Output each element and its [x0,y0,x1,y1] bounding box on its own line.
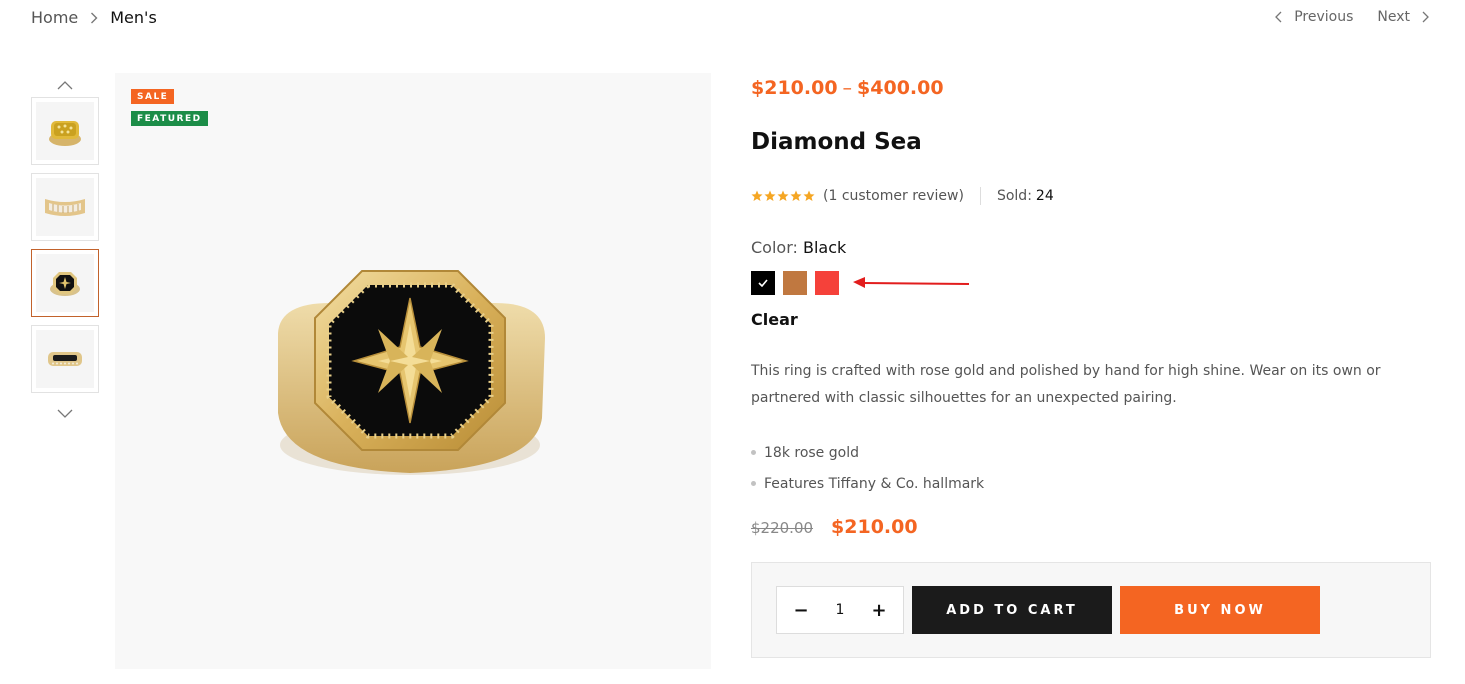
previous-label: Previous [1294,9,1354,25]
old-price: $220.00 [751,519,814,537]
breadcrumb: Home Men's [31,8,157,27]
main-product-image[interactable]: SALE FEATURED [115,73,711,669]
star-rating [751,190,815,202]
breadcrumb-home-link[interactable]: Home [31,8,78,27]
quantity-input[interactable]: 1 [836,602,845,618]
thumbnails-up-button[interactable] [31,73,99,97]
breadcrumb-current: Men's [110,8,157,27]
thumbnail-gallery [31,73,99,425]
thumbnail-2[interactable] [31,173,99,241]
star-icon [790,190,802,201]
bullet-dot [751,450,756,455]
add-to-cart-button[interactable]: ADD TO CART [912,586,1112,634]
star-icon [751,190,763,201]
ring-image [278,270,545,475]
buy-now-button[interactable]: BUY NOW [1120,586,1320,634]
variant-price: $220.00 $210.00 [751,516,918,538]
quantity-decrease-button[interactable]: − [791,600,811,621]
next-product-link[interactable]: Next [1377,9,1429,25]
price-range: $210.00– $400.00 [751,77,944,99]
star-icon [764,190,776,201]
product-pager: Previous Next [1275,9,1429,25]
ring-thumbnail-image [36,178,94,236]
chevron-right-icon [90,12,98,24]
feature-text: 18k rose gold [764,444,859,461]
sold-label: Sold: [996,188,1032,204]
star-icon [777,190,789,201]
star-icon [803,190,815,201]
list-item: Features Tiffany & Co. hallmark [751,468,984,499]
color-value: Black [802,238,847,257]
previous-product-link[interactable]: Previous [1275,9,1353,25]
annotation-arrow-icon [853,277,970,288]
thumbnail-3[interactable] [31,249,99,317]
sale-badge: SALE [131,89,175,104]
sold-value: 24 [1035,188,1054,204]
price-separator: – [842,77,853,99]
rating-row: (1 customer review) Sold: 24 [751,187,1054,205]
divider [979,187,981,205]
review-link[interactable]: (1 customer review) [823,188,964,204]
next-label: Next [1377,9,1410,25]
color-label-row: Color: Black [751,238,846,257]
feature-list: 18k rose gold Features Tiffany & Co. hal… [751,437,984,499]
chevron-left-icon [1275,11,1282,23]
add-to-cart-panel: − 1 + ADD TO CART BUY NOW [751,562,1431,658]
ring-thumbnail-image [36,330,94,388]
featured-badge: FEATURED [131,111,208,126]
product-description: This ring is crafted with rose gold and … [751,363,1381,406]
quantity-increase-button[interactable]: + [869,600,889,621]
bullet-dot [751,481,756,486]
color-swatches [751,271,839,295]
thumbnail-4[interactable] [31,325,99,393]
chevron-right-icon [1422,11,1429,23]
swatch-brown[interactable] [783,271,807,295]
chevron-down-icon [57,409,73,418]
swatch-red[interactable] [815,271,839,295]
chevron-up-icon [57,80,73,89]
thumbnail-1[interactable] [31,97,99,165]
color-label: Color: [751,238,798,257]
clear-selection-link[interactable]: Clear [751,310,798,329]
price-low: $210.00 [751,77,838,99]
product-title: Diamond Sea [751,129,922,155]
price-high: $400.00 [857,77,944,99]
thumbnails-down-button[interactable] [31,401,99,425]
sale-price: $210.00 [831,516,918,538]
checkmark-icon [758,279,768,287]
list-item: 18k rose gold [751,437,984,468]
feature-text: Features Tiffany & Co. hallmark [764,475,985,492]
ring-thumbnail-image [36,102,94,160]
swatch-black[interactable] [751,271,775,295]
quantity-stepper: − 1 + [776,586,904,634]
ring-thumbnail-image [36,254,94,312]
